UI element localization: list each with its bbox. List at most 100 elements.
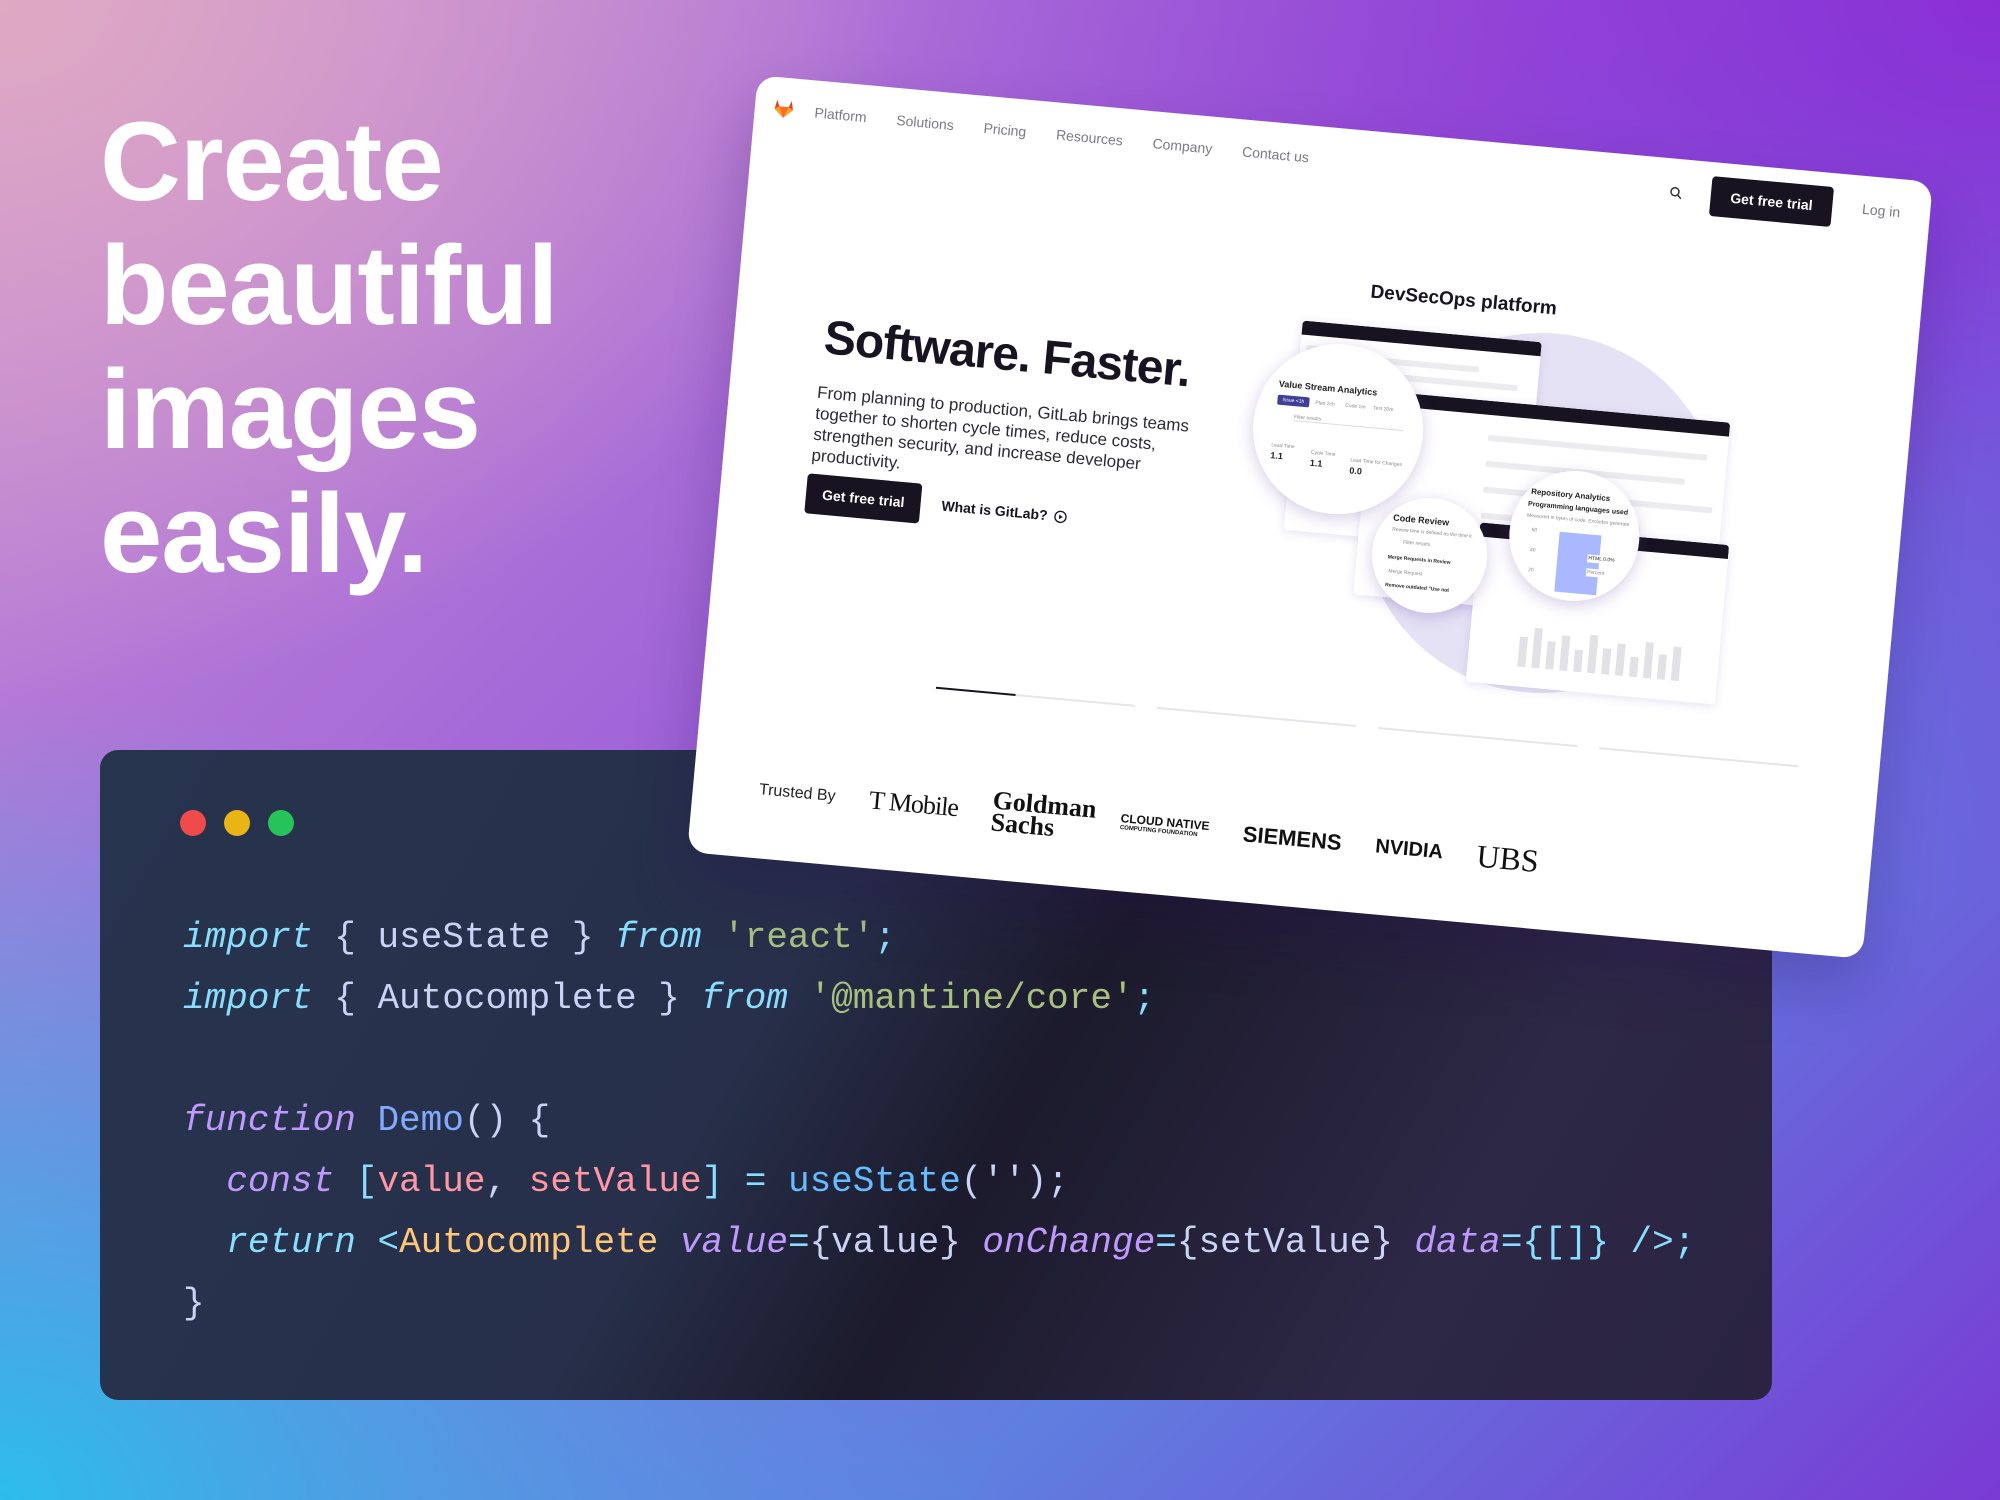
code-token: {value} xyxy=(809,1222,961,1263)
code-line: const [value, setValue] = useState(''); xyxy=(183,1151,1695,1212)
minimize-dot[interactable] xyxy=(224,810,250,836)
mock-bar xyxy=(1587,634,1599,674)
maximize-dot[interactable] xyxy=(268,810,294,836)
carousel-indicator[interactable] xyxy=(1599,747,1799,768)
trusted-by-label: Trusted By xyxy=(758,781,837,806)
hero-heading: Create beautiful images easily. xyxy=(100,99,559,596)
metric-value: 0.0 xyxy=(1348,465,1363,477)
hero-line: images xyxy=(100,347,481,472)
chart-legend: Percent xyxy=(1585,568,1606,578)
gitlab-tanuki-icon[interactable] xyxy=(772,97,796,121)
code-token: onChange xyxy=(982,1222,1156,1263)
carousel-indicator[interactable] xyxy=(1156,706,1357,728)
code-token: 'react' xyxy=(723,917,875,958)
code-token: < xyxy=(355,1222,400,1263)
code-token: {[]} xyxy=(1522,1222,1609,1263)
mock-bar xyxy=(1656,654,1667,680)
code-token: Autocomplete xyxy=(377,978,637,1019)
code-token: = xyxy=(1155,1222,1177,1263)
vsa-tab[interactable]: Test 20m xyxy=(1373,405,1394,413)
code-token: import xyxy=(183,978,313,1019)
code-token: { xyxy=(312,978,378,1019)
metric-value: 1.1 xyxy=(1269,450,1284,462)
carousel-indicator[interactable] xyxy=(1378,727,1578,748)
mock-bar xyxy=(1559,635,1571,671)
close-dot[interactable] xyxy=(180,810,206,836)
vsa-title: Value Stream Analytics xyxy=(1278,378,1378,398)
metric-value: 1.1 xyxy=(1309,457,1323,469)
mock-bar xyxy=(1628,656,1639,678)
code-token: () { xyxy=(463,1100,551,1141)
nav-pricing[interactable]: Pricing xyxy=(983,120,1027,140)
vsa-tab[interactable]: Code 1m xyxy=(1345,403,1366,411)
mock-bar xyxy=(1642,641,1655,679)
code-line: } xyxy=(183,1273,1695,1334)
trusted-by-row: Trusted By T Mobile Goldman Sachs CLOUD … xyxy=(757,768,1541,883)
code-token: const xyxy=(226,1161,335,1202)
code-token: ] xyxy=(701,1161,724,1202)
headline: Software. Faster. xyxy=(821,311,1193,398)
login-link[interactable]: Log in xyxy=(1861,201,1900,220)
illustration-title: DevSecOps platform xyxy=(1369,281,1558,320)
code-token: '@mantine/core' xyxy=(809,978,1134,1019)
vsa-filter[interactable]: Filter results xyxy=(1293,414,1404,432)
what-is-gitlab-label: What is GitLab? xyxy=(940,497,1049,524)
website-screenshot: Platform Solutions Pricing Resources Com… xyxy=(687,75,1933,959)
nav-solutions[interactable]: Solutions xyxy=(896,112,955,133)
code-line: function Demo() { xyxy=(183,1090,1695,1151)
carousel-indicator[interactable] xyxy=(935,686,1136,707)
search-icon[interactable] xyxy=(1668,185,1683,200)
hero-line: beautiful xyxy=(100,223,559,348)
code-token: Demo xyxy=(377,1100,464,1141)
code-token: , xyxy=(485,1161,529,1202)
code-token: value xyxy=(679,1222,788,1263)
nav-company[interactable]: Company xyxy=(1152,135,1213,156)
repo-title: Repository Analytics xyxy=(1530,486,1611,504)
hero-line: easily. xyxy=(100,471,428,596)
code-token: = xyxy=(723,1161,788,1202)
code-token: useState xyxy=(787,1161,961,1202)
nav-contact[interactable]: Contact us xyxy=(1241,143,1309,165)
nav-resources[interactable]: Resources xyxy=(1055,126,1123,148)
code-line: return <Autocomplete value = {value} onCha… xyxy=(183,1212,1695,1273)
nav-platform[interactable]: Platform xyxy=(814,104,867,125)
code-token: return xyxy=(226,1222,356,1263)
code-token: } xyxy=(183,1283,205,1324)
hero-line: Create xyxy=(100,99,444,224)
siemens-logo: SIEMENS xyxy=(1241,821,1343,856)
metric-label: Cycle Time xyxy=(1310,449,1336,459)
code-review-filter[interactable]: Filter results xyxy=(1403,540,1431,548)
vsa-tab[interactable]: Issue <1h xyxy=(1277,394,1310,408)
mock-bar xyxy=(1614,643,1626,677)
code-token: { xyxy=(312,917,378,958)
code-token: Autocomplete xyxy=(399,1222,659,1263)
code-token: ; xyxy=(874,917,896,958)
code-token: />; xyxy=(1608,1222,1696,1263)
code-token: [ xyxy=(334,1161,378,1202)
mock-bar xyxy=(1545,641,1556,670)
axis-tick: 60 xyxy=(1531,527,1538,534)
what-is-gitlab-link[interactable]: What is GitLab? xyxy=(941,498,1067,525)
vsa-tab[interactable]: Plan 2ch xyxy=(1315,400,1335,408)
code-token: } xyxy=(636,978,702,1019)
cncf-logo: CLOUD NATIVE COMPUTING FOUNDATION xyxy=(1119,811,1211,841)
code-token: function xyxy=(183,1100,356,1141)
code-review-desc: Review time is defined as the time it xyxy=(1391,526,1472,540)
code-token: } xyxy=(550,917,616,958)
get-free-trial-button[interactable]: Get free trial xyxy=(804,473,923,524)
code-token: from xyxy=(615,917,702,958)
code-token: import xyxy=(183,917,313,958)
chart-bar xyxy=(1554,531,1602,596)
code-block: import { useState } from 'react'; import … xyxy=(183,907,1695,1334)
code-line: import { Autocomplete } from '@mantine/c… xyxy=(183,968,1695,1029)
ubs-logo: UBS xyxy=(1475,837,1541,879)
goldman-sachs-logo: Goldman Sachs xyxy=(989,785,1098,843)
header-get-free-trial-button[interactable]: Get free trial xyxy=(1708,176,1835,227)
axis-tick: 20 xyxy=(1527,566,1534,574)
code-token: value xyxy=(377,1161,486,1202)
